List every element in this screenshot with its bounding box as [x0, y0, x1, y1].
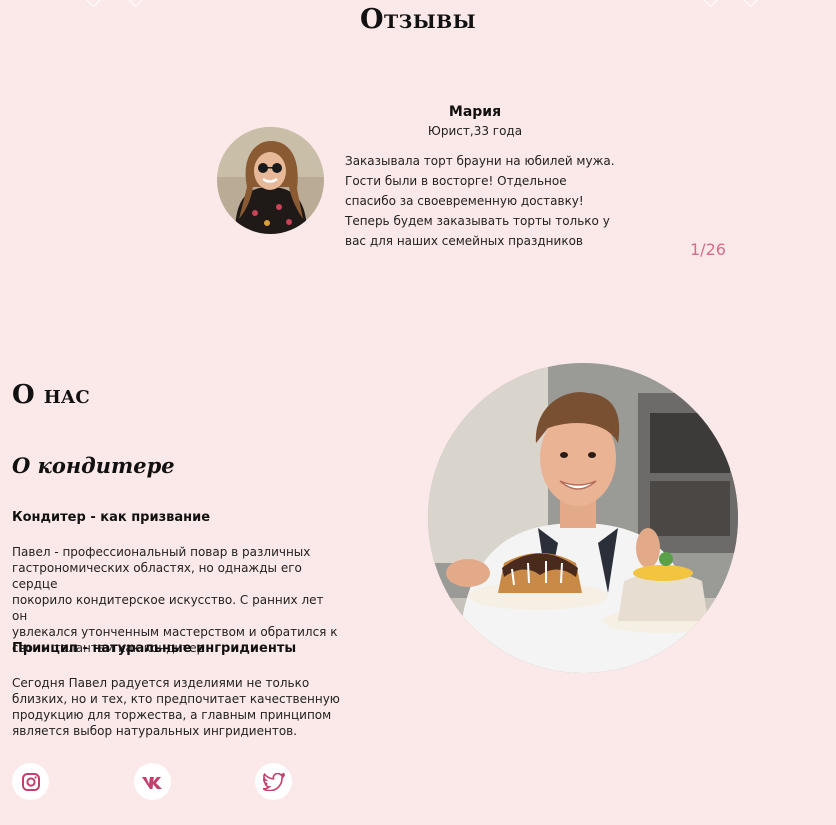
- about-heading: О нас: [12, 380, 90, 410]
- vk-button[interactable]: [134, 763, 171, 800]
- review-text-line: Заказывала торт брауни на юбилей мужа.: [345, 154, 615, 168]
- section-body-line: покорило кондитерское искусство. С ранни…: [12, 593, 324, 623]
- twitter-icon: [262, 772, 285, 791]
- vk-icon: [141, 776, 162, 789]
- section-body-line: Павел - профессиональный повар в различн…: [12, 545, 311, 559]
- instagram-button[interactable]: [12, 763, 49, 800]
- review-text-line: Теперь будем заказывать торты только у: [345, 214, 610, 228]
- review-text-line: вас для наших семейных праздников: [345, 234, 583, 248]
- chef-photo: [428, 363, 738, 673]
- instagram-icon: [21, 772, 40, 791]
- section-title-principle: Принцип - натуральные ингридиенты: [12, 641, 297, 656]
- section-body-line: Сегодня Павел радуется изделиями не толь…: [12, 676, 310, 690]
- reviewer-avatar: [217, 127, 324, 234]
- section-body-calling: Павел - профессиональный повар в различн…: [12, 544, 342, 656]
- review-text: Заказывала торт брауни на юбилей мужа. Г…: [345, 151, 617, 251]
- section-body-line: продукцию для торжества, а главным принц…: [12, 708, 332, 722]
- section-body-principle: Сегодня Павел радуется изделиями не толь…: [12, 675, 342, 739]
- section-body-line: является выбор натуральных ингридиентов.: [12, 724, 298, 738]
- twitter-button[interactable]: [255, 763, 292, 800]
- reviews-title: Отзывы: [359, 4, 477, 35]
- review-counter: 1/26: [690, 240, 726, 259]
- review-text-line: Гости были в восторге! Отдельное: [345, 174, 567, 188]
- section-body-line: близких, но и тех, кто предпочитает каче…: [12, 692, 340, 706]
- section-body-line: увлекался утонченным мастерством и обрат…: [12, 625, 338, 639]
- reviewer-meta: Юрист,33 года: [427, 124, 523, 138]
- about-subheading: О кондитере: [12, 453, 175, 478]
- review-text-line: спасибо за своевременную доставку!: [345, 194, 584, 208]
- section-title-calling: Кондитер - как призвание: [12, 510, 211, 525]
- section-body-line: гастрономических областях, но однажды ег…: [12, 561, 302, 591]
- reviewer-name: Мария: [448, 104, 502, 120]
